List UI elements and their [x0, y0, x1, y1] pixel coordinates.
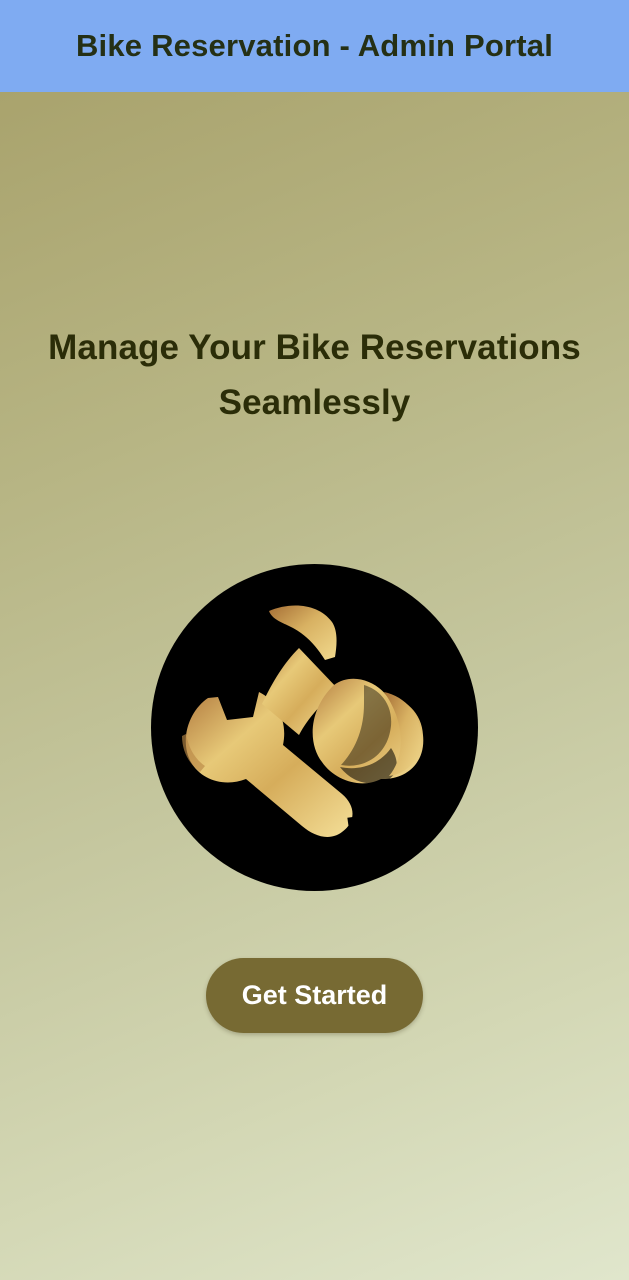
app-bar: Bike Reservation - Admin Portal [0, 0, 629, 92]
wrench-and-helmet-icon [182, 605, 424, 837]
landing-content: Manage Your Bike Reservations Seamlessly [0, 92, 629, 1280]
hero-icon-circle [151, 564, 478, 891]
admin-portal-screen: Bike Reservation - Admin Portal Manage Y… [0, 0, 629, 1280]
app-title: Bike Reservation - Admin Portal [75, 28, 554, 63]
hero-headline: Manage Your Bike Reservations Seamlessly [48, 328, 581, 422]
get-started-button[interactable]: Get Started [206, 958, 423, 1033]
helmet-shape [312, 678, 424, 784]
